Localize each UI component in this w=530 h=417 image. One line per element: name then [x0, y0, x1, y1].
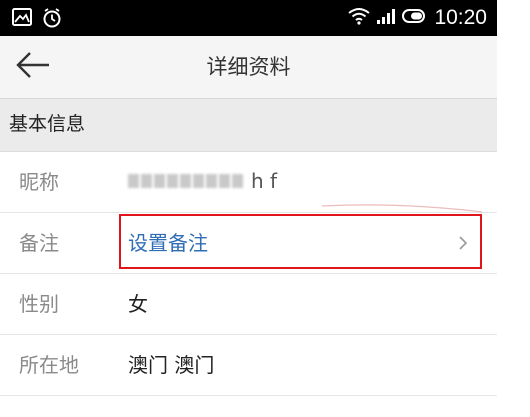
- remark-label: 备注: [19, 231, 59, 255]
- gender-row: 性别 女: [0, 274, 497, 335]
- location-value: 澳门 澳门: [128, 353, 215, 377]
- chevron-right-icon[interactable]: [456, 235, 470, 251]
- remark-row[interactable]: 备注 设置备注: [0, 213, 497, 274]
- nickname-row: 昵称 h f: [0, 152, 497, 213]
- nickname-value-blurred: h f: [128, 169, 278, 193]
- nickname-value-tail: h f: [251, 169, 278, 193]
- status-left-icons: [12, 8, 62, 32]
- wifi-icon: [348, 7, 371, 29]
- profile-screen: 10:20 详细资料 基本信息 昵称 h f 备注 设置备注 性别 女 所在地 …: [0, 0, 497, 417]
- nickname-label: 昵称: [19, 170, 59, 194]
- location-row: 所在地 澳门 澳门: [0, 335, 497, 396]
- section-title: 基本信息: [9, 113, 86, 135]
- status-right-icons: 10:20: [348, 4, 487, 32]
- battery-icon: [402, 8, 428, 28]
- image-icon: [12, 8, 32, 32]
- section-header: 基本信息: [0, 99, 497, 152]
- alarm-clock-icon: [42, 8, 62, 32]
- title-bar: 详细资料: [0, 36, 497, 99]
- gender-label: 性别: [19, 292, 59, 316]
- status-bar: 10:20: [0, 0, 497, 36]
- page-title: 详细资料: [206, 55, 291, 79]
- status-time: 10:20: [434, 6, 487, 29]
- gender-value: 女: [128, 292, 148, 316]
- signal-icon: [376, 7, 396, 29]
- location-label: 所在地: [19, 353, 79, 377]
- set-remark-link[interactable]: 设置备注: [128, 213, 208, 273]
